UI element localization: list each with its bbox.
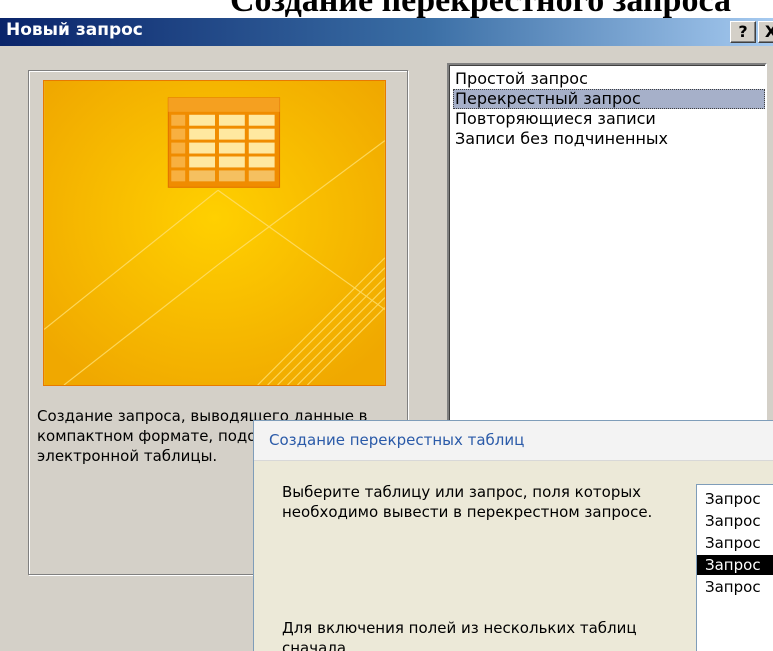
wizard-instructions: Выберите таблицу или запрос, поля которы… (282, 483, 653, 521)
query-type-item-unmatched[interactable]: Записи без подчиненных (453, 129, 765, 149)
source-item[interactable]: Запрос (697, 511, 773, 531)
help-button[interactable]: ? (730, 21, 756, 43)
wizard-header[interactable]: Создание перекрестных таблиц (254, 421, 773, 461)
query-type-item-duplicates[interactable]: Повторяющиеся записи (453, 109, 765, 129)
wizard-title: Создание перекрестных таблиц (269, 431, 525, 449)
query-preview-image (43, 80, 386, 386)
query-type-item-crosstab[interactable]: Перекрестный запрос (453, 89, 765, 109)
wizard-note: Для включения полей из нескольких таблиц… (282, 619, 637, 651)
source-item[interactable]: Запрос (697, 533, 773, 553)
top-caption-band: Создание перекрестного запроса (0, 0, 773, 20)
source-table-list[interactable]: Запрос Запрос Запрос Запрос Запрос (696, 484, 773, 651)
source-item[interactable]: Запрос (697, 489, 773, 509)
dialog-title-bar[interactable]: Новый запрос ? X (0, 18, 773, 46)
source-item[interactable]: Запрос (697, 577, 773, 597)
top-caption-text: Создание перекрестного запроса (230, 0, 731, 19)
close-button[interactable]: X (758, 21, 773, 43)
source-item-selected[interactable]: Запрос (697, 555, 773, 575)
dialog-title: Новый запрос (6, 20, 143, 40)
query-type-item-simple[interactable]: Простой запрос (453, 69, 765, 89)
crosstab-wizard-dialog: Создание перекрестных таблиц Выберите та… (253, 420, 773, 651)
table-grid-icon (167, 97, 281, 188)
wizard-body: Выберите таблицу или запрос, поля которы… (254, 462, 773, 651)
